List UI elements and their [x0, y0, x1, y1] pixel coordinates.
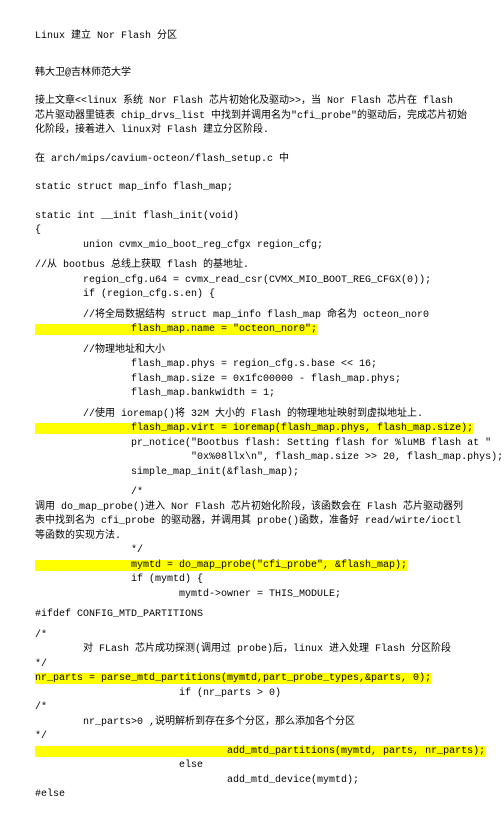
file-location: 在 arch/mips/cavium-octeon/flash_setup.c … — [35, 153, 469, 168]
code-line: if (mymtd) { — [35, 573, 469, 588]
code-line: flash_map.bankwidth = 1; — [35, 387, 469, 402]
code-line: flash_map.size = 0x1fc00000 - flash_map.… — [35, 373, 469, 388]
highlight-domapprobe: mymtd = do_map_probe("cfi_probe", &flash… — [35, 560, 407, 571]
code-line: add_mtd_device(mymtd); — [35, 774, 469, 789]
code-line: mymtd = do_map_probe("cfi_probe", &flash… — [35, 559, 469, 574]
comment-line: //从 bootbus 总线上获取 flash 的基地址. — [35, 259, 469, 274]
author-line: 韩大卫@吉林师范大学 — [35, 67, 469, 82]
code-line: static struct map_info flash_map; — [35, 181, 469, 196]
doc-title: Linux 建立 Nor Flash 分区 — [35, 30, 469, 45]
code-line: union cvmx_mio_boot_reg_cfgx region_cfg; — [35, 239, 469, 254]
code-line: nr_parts = parse_mtd_partitions(mymtd,pa… — [35, 672, 469, 687]
code-line: pr_notice("Bootbus flash: Setting flash … — [35, 437, 469, 452]
comment-line: //使用 ioremap()将 32M 大小的 Flash 的物理地址映射到虚拟… — [35, 408, 469, 423]
code-line: flash_map.name = "octeon_nor0"; — [35, 323, 469, 338]
intro-paragraph: 接上文章<<linux 系统 Nor Flash 芯片初始化及驱动>>，当 No… — [35, 95, 469, 139]
comment-line: //物理地址和大小 — [35, 344, 469, 359]
code-line: if (nr_parts > 0) — [35, 687, 469, 702]
comment-open: /* — [35, 629, 469, 644]
code-line: flash_map.phys = region_cfg.s.base << 16… — [35, 358, 469, 373]
code-line: flash_map.virt = ioremap(flash_map.phys,… — [35, 422, 469, 437]
code-line: if (region_cfg.s.en) { — [35, 288, 469, 303]
comment-body: nr_parts>0 ,说明解析到存在多个分区，那么添加各个分区 — [35, 716, 469, 731]
comment-open: /* — [35, 701, 469, 716]
highlight-name-assign: flash_map.name = "octeon_nor0"; — [35, 324, 317, 335]
comment-body: 对 FLash 芯片成功探测(调用过 probe)后，linux 进入处理 Fl… — [35, 643, 469, 658]
code-line: mymtd->owner = THIS_MODULE; — [35, 588, 469, 603]
code-line: "0x%08llx\n", flash_map.size >> 20, flas… — [35, 451, 469, 466]
comment-close: */ — [35, 730, 469, 745]
static-decl: static struct map_info flash_map; — [35, 181, 469, 196]
comment-body: 调用 do_map_probe()进入 Nor Flash 芯片初始化阶段，该函… — [35, 501, 469, 545]
else-line: #else — [35, 788, 469, 803]
code-line: else — [35, 759, 469, 774]
comment-close: */ — [35, 544, 469, 559]
comment-line: //将全局数据结构 struct map_info flash_map 命名为 … — [35, 309, 469, 324]
highlight-ioremap: flash_map.virt = ioremap(flash_map.phys,… — [35, 423, 473, 434]
highlight-parse-partitions: nr_parts = parse_mtd_partitions(mymtd,pa… — [35, 673, 431, 684]
ifdef-line: #ifdef CONFIG_MTD_PARTITIONS — [35, 608, 469, 623]
code-line: region_cfg.u64 = cvmx_read_csr(CVMX_MIO_… — [35, 274, 469, 289]
code-line: { — [35, 224, 469, 239]
code-line: simple_map_init(&flash_map); — [35, 466, 469, 481]
comment-open: /* — [35, 486, 469, 501]
code-line: add_mtd_partitions(mymtd, parts, nr_part… — [35, 745, 469, 760]
code-line: static int __init flash_init(void) — [35, 210, 469, 225]
comment-close: */ — [35, 658, 469, 673]
highlight-add-partitions: add_mtd_partitions(mymtd, parts, nr_part… — [35, 746, 485, 757]
